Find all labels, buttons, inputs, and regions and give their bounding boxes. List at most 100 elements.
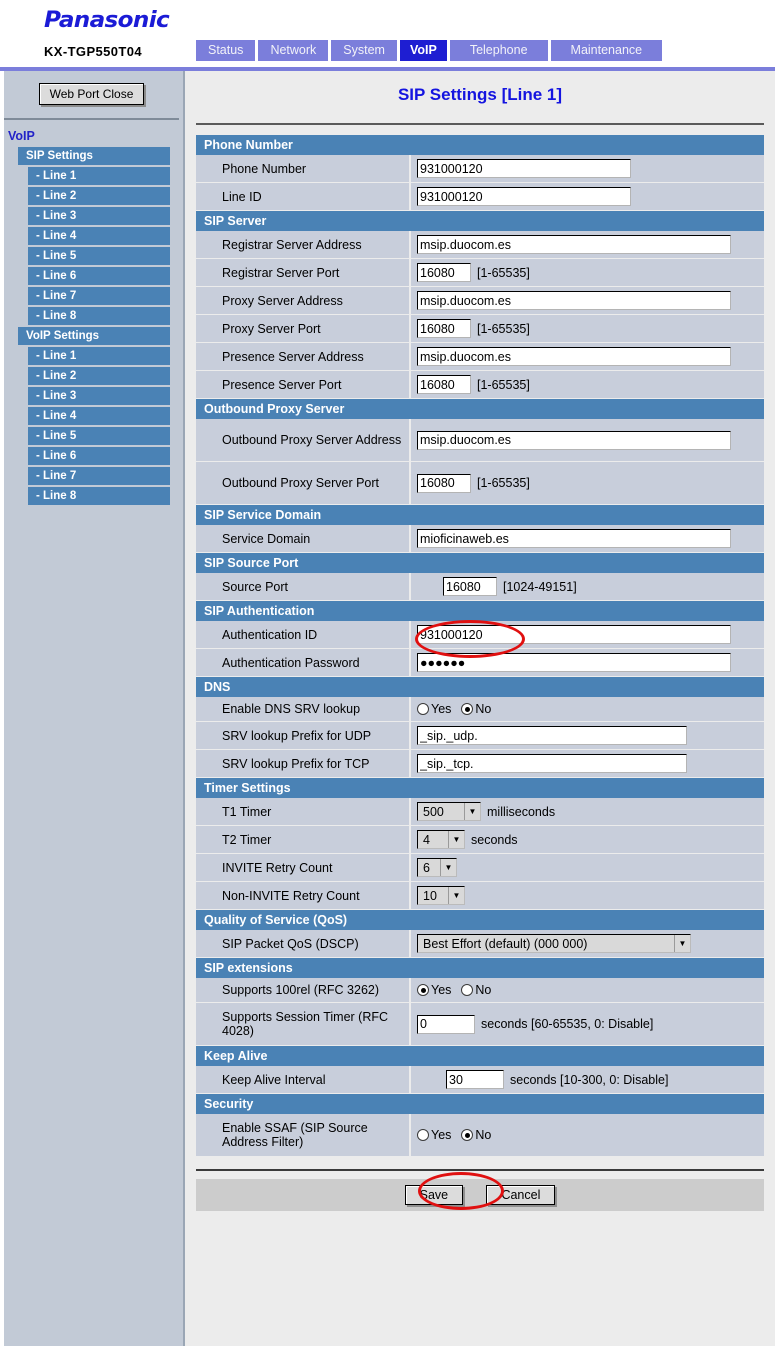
page-title: SIP Settings [Line 1] [185, 71, 775, 117]
label-supports-100rel: Supports 100rel (RFC 3262) [196, 978, 411, 1002]
sidebar-group-voip-settings[interactable]: VoIP Settings [18, 327, 170, 345]
row-supports-100rel: Supports 100rel (RFC 3262) Yes No [196, 978, 764, 1003]
keep-alive-interval-input[interactable] [446, 1070, 504, 1089]
source-port-input[interactable] [443, 577, 497, 596]
t1-timer-select[interactable]: 500 ▼ [417, 802, 481, 821]
session-timer-input[interactable] [417, 1015, 475, 1034]
invite-retry-count-select[interactable]: 6 ▼ [417, 858, 457, 877]
non-invite-retry-count-select[interactable]: 10 ▼ [417, 886, 465, 905]
value-t2-timer: 4 ▼ seconds [411, 826, 764, 853]
sidebar-item-sip-line-4[interactable]: - Line 4 [28, 227, 170, 245]
ssaf-no-option[interactable]: No [461, 1128, 491, 1142]
title-rule [196, 123, 764, 125]
section-header-dns: DNS [196, 677, 764, 697]
sidebar-item-sip-line-8[interactable]: - Line 8 [28, 307, 170, 325]
supports-100rel-yes-option[interactable]: Yes [417, 983, 451, 997]
value-registrar-address [411, 231, 764, 258]
chevron-down-icon[interactable]: ▼ [440, 859, 456, 876]
sidebar-item-voip-line-2[interactable]: - Line 2 [28, 367, 170, 385]
line-id-input[interactable] [417, 187, 631, 206]
dns-srv-yes-label: Yes [431, 702, 451, 716]
sidebar-item-sip-line-3[interactable]: - Line 3 [28, 207, 170, 225]
sidebar-item-sip-line-5[interactable]: - Line 5 [28, 247, 170, 265]
srv-prefix-udp-input[interactable] [417, 726, 687, 745]
row-dns-srv-lookup: Enable DNS SRV lookup Yes No [196, 697, 764, 722]
sidebar-item-voip-line-5[interactable]: - Line 5 [28, 427, 170, 445]
ssaf-radio-group: Yes No [417, 1128, 491, 1142]
phone-number-input[interactable] [417, 159, 631, 178]
tab-system[interactable]: System [331, 40, 397, 61]
sidebar-item-voip-line-7[interactable]: - Line 7 [28, 467, 170, 485]
radio-icon[interactable] [417, 703, 429, 715]
sidebar-item-voip-line-4[interactable]: - Line 4 [28, 407, 170, 425]
tab-status[interactable]: Status [196, 40, 255, 61]
authentication-id-input[interactable] [417, 625, 731, 644]
label-srv-tcp: SRV lookup Prefix for TCP [196, 750, 411, 777]
registrar-address-input[interactable] [417, 235, 731, 254]
label-keep-alive-interval: Keep Alive Interval [196, 1066, 411, 1093]
tab-network[interactable]: Network [258, 40, 328, 61]
radio-icon[interactable] [461, 703, 473, 715]
section-header-qos: Quality of Service (QoS) [196, 910, 764, 930]
supports-100rel-no-option[interactable]: No [461, 983, 491, 997]
value-service-domain [411, 525, 764, 552]
section-header-sip-authentication: SIP Authentication [196, 601, 764, 621]
sidebar-item-sip-line-1[interactable]: - Line 1 [28, 167, 170, 185]
dns-srv-no-label: No [475, 702, 491, 716]
t2-timer-select[interactable]: 4 ▼ [417, 830, 465, 849]
radio-icon[interactable] [417, 1129, 429, 1141]
sidebar-item-voip-line-1[interactable]: - Line 1 [28, 347, 170, 365]
t1-timer-value: 500 [418, 805, 464, 819]
radio-icon[interactable] [417, 984, 429, 996]
presence-address-input[interactable] [417, 347, 731, 366]
chevron-down-icon[interactable]: ▼ [674, 935, 690, 952]
outbound-proxy-address-input[interactable] [417, 431, 731, 450]
row-srv-tcp: SRV lookup Prefix for TCP [196, 750, 764, 778]
sip-packet-qos-select[interactable]: Best Effort (default) (000 000) ▼ [417, 934, 691, 953]
proxy-port-input[interactable] [417, 319, 471, 338]
cancel-button[interactable]: Cancel [486, 1185, 555, 1205]
section-header-sip-server: SIP Server [196, 211, 764, 231]
row-proxy-address: Proxy Server Address [196, 287, 764, 315]
save-button[interactable]: Save [405, 1185, 464, 1205]
sidebar-item-sip-line-6[interactable]: - Line 6 [28, 267, 170, 285]
row-session-timer: Supports Session Timer (RFC 4028) second… [196, 1003, 764, 1046]
sidebar-item-sip-line-2[interactable]: - Line 2 [28, 187, 170, 205]
dns-srv-yes-option[interactable]: Yes [417, 702, 451, 716]
presence-port-input[interactable] [417, 375, 471, 394]
proxy-address-input[interactable] [417, 291, 731, 310]
tab-maintenance[interactable]: Maintenance [551, 40, 663, 61]
value-invite-retry: 6 ▼ [411, 854, 764, 881]
chevron-down-icon[interactable]: ▼ [464, 803, 480, 820]
radio-icon[interactable] [461, 984, 473, 996]
sidebar-item-voip-line-3[interactable]: - Line 3 [28, 387, 170, 405]
tab-voip[interactable]: VoIP [400, 40, 447, 61]
dns-srv-no-option[interactable]: No [461, 702, 491, 716]
invite-retry-count-value: 6 [418, 861, 440, 875]
row-keep-alive-interval: Keep Alive Interval seconds [10-300, 0: … [196, 1066, 764, 1094]
value-srv-tcp [411, 750, 764, 777]
sidebar-group-sip-settings[interactable]: SIP Settings [18, 147, 170, 165]
authentication-password-input[interactable] [417, 653, 731, 672]
radio-icon[interactable] [461, 1129, 473, 1141]
chevron-down-icon[interactable]: ▼ [448, 831, 464, 848]
row-srv-udp: SRV lookup Prefix for UDP [196, 722, 764, 750]
ssaf-yes-option[interactable]: Yes [417, 1128, 451, 1142]
row-service-domain: Service Domain [196, 525, 764, 553]
sidebar-item-sip-line-7[interactable]: - Line 7 [28, 287, 170, 305]
outbound-proxy-port-input[interactable] [417, 474, 471, 493]
label-auth-id: Authentication ID [196, 621, 411, 648]
tab-telephone[interactable]: Telephone [450, 40, 548, 61]
sidebar-left-strip [0, 71, 4, 1346]
chevron-down-icon[interactable]: ▼ [448, 887, 464, 904]
model-name: KX-TGP550T04 [44, 44, 142, 59]
service-domain-input[interactable] [417, 529, 731, 548]
sidebar-item-voip-line-6[interactable]: - Line 6 [28, 447, 170, 465]
registrar-port-input[interactable] [417, 263, 471, 282]
web-port-close-button[interactable]: Web Port Close [39, 83, 145, 105]
label-proxy-port: Proxy Server Port [196, 315, 411, 342]
label-presence-port: Presence Server Port [196, 371, 411, 398]
unit-t2-timer: seconds [471, 833, 518, 847]
sidebar-item-voip-line-8[interactable]: - Line 8 [28, 487, 170, 505]
srv-prefix-tcp-input[interactable] [417, 754, 687, 773]
